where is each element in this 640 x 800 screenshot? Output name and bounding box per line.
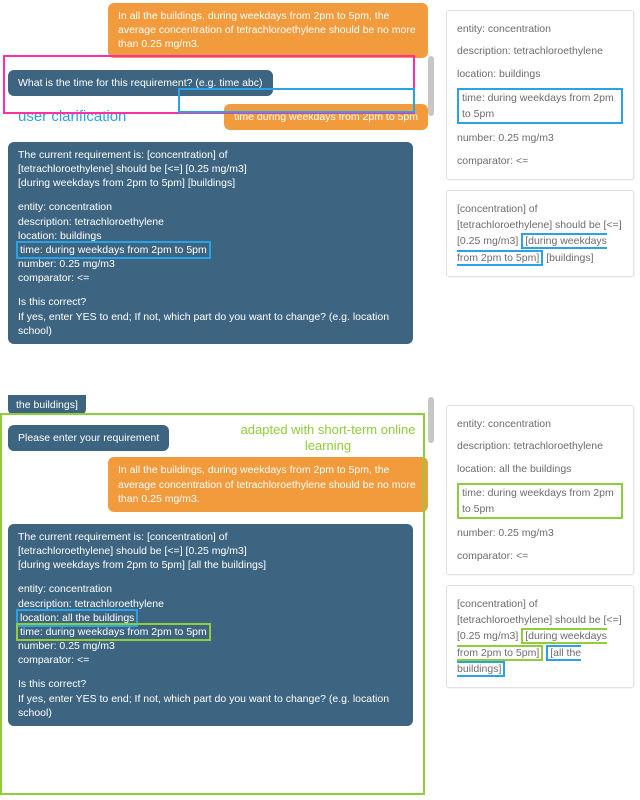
kv-cmp: comparator: <= (457, 153, 623, 169)
bottom-sentence-card: [concentration] of [tetrachloroethylene]… (446, 585, 634, 688)
kv-line: number: 0.25 mg/m3 (18, 257, 403, 271)
bottom-side-pane: entity: concentration description: tetra… (432, 395, 640, 729)
bottom-kv-card: entity: concentration description: tetra… (446, 405, 634, 575)
green-outer-frame (0, 413, 425, 795)
bottom-chat-pane: the buildings] Please enter your require… (0, 395, 432, 729)
kv-desc: description: tetrachloroethylene (457, 438, 623, 454)
sent-c: [buildings] (546, 252, 593, 264)
kv-line: description: tetrachloroethylene (18, 215, 403, 229)
kv-num: number: 0.25 mg/m3 (457, 130, 623, 146)
kv-entity: entity: concentration (457, 416, 623, 432)
kv-line: location: buildings (18, 229, 403, 243)
confirmation-bubble: The current requirement is: [concentrati… (8, 142, 413, 344)
kv-entity: entity: concentration (457, 21, 623, 37)
kv-line: entity: concentration (18, 200, 403, 214)
conf-line: [during weekdays from 2pm to 5pm] [build… (18, 176, 403, 190)
top-chat-pane: In all the buildings, during weekdays fr… (0, 0, 432, 347)
top-kv-card: entity: concentration description: tetra… (446, 10, 634, 180)
top-sentence-card: [concentration] of [tetrachloroethylene]… (446, 190, 634, 277)
conf-line: [tetrachloroethylene] should be [<=] [0.… (18, 162, 403, 176)
kv-time-hl: time: during weekdays from 2pm to 5pm (18, 243, 209, 257)
ask-line: If yes, enter YES to end; If not, which … (18, 310, 403, 338)
kv-time-hl: time: during weekdays from 2pm to 5pm (457, 88, 623, 125)
kv-cmp: comparator: <= (457, 548, 623, 564)
kv-loc: location: all the buildings (457, 461, 623, 477)
requirement-bubble: In all the buildings, during weekdays fr… (108, 3, 428, 58)
kv-desc: description: tetrachloroethylene (457, 43, 623, 59)
conf-line: The current requirement is: [concentrati… (18, 148, 403, 162)
blue-frame-reply (178, 88, 415, 113)
ask-line: Is this correct? (18, 295, 403, 309)
kv-loc: location: buildings (457, 66, 623, 82)
top-side-pane: entity: concentration description: tetra… (432, 0, 640, 347)
kv-line: comparator: <= (18, 271, 403, 285)
kv-num: number: 0.25 mg/m3 (457, 525, 623, 541)
kv-time-hl: time: during weekdays from 2pm to 5pm (457, 483, 623, 520)
